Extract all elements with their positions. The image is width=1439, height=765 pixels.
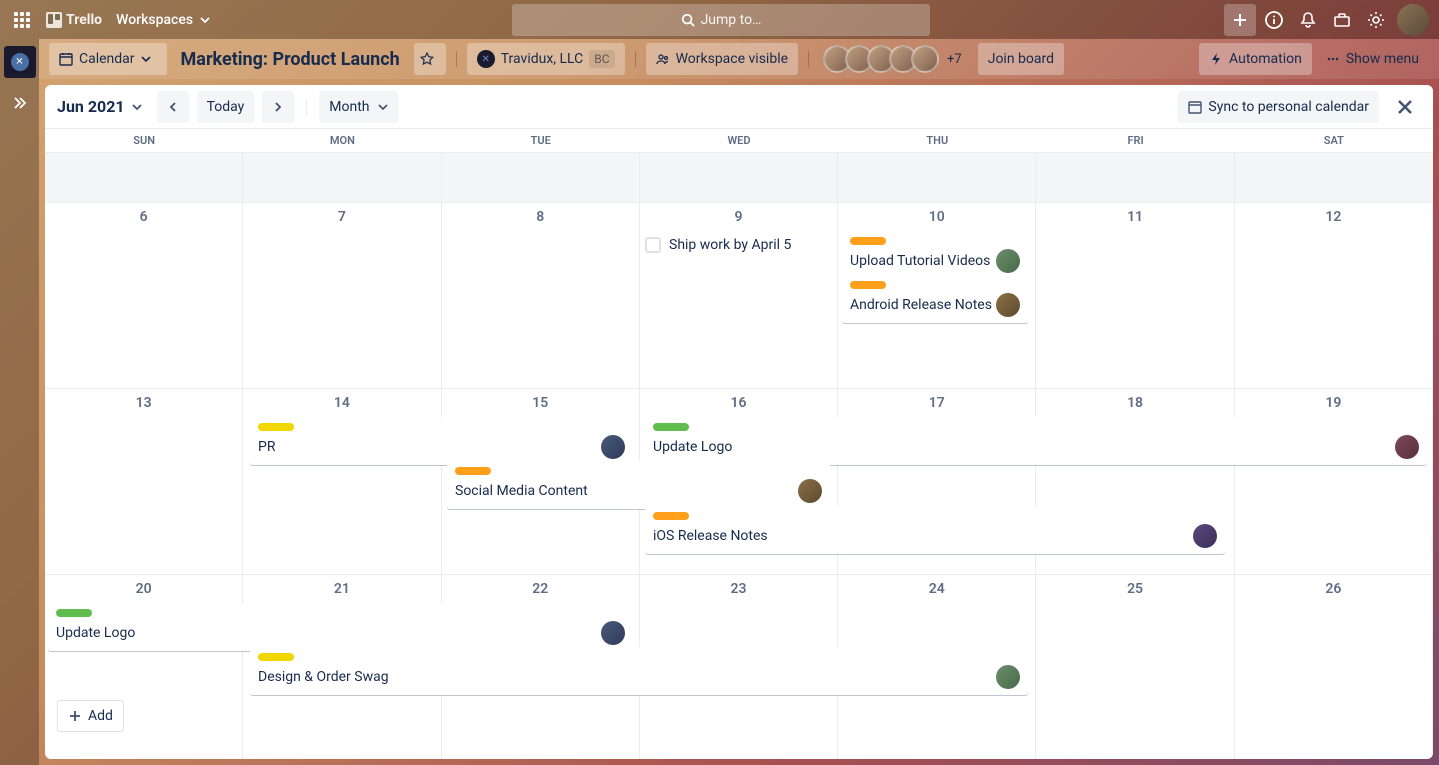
day-25[interactable]: 25 (1036, 575, 1234, 759)
plus-icon (68, 709, 82, 723)
briefcase-button[interactable] (1326, 4, 1358, 36)
calendar-icon (1188, 100, 1202, 114)
weekday-header: SUN MON TUE WED THU FRI SAT (45, 129, 1433, 153)
card-upload-tutorial[interactable]: Upload Tutorial Videos (842, 231, 1028, 279)
chevron-down-icon (199, 14, 211, 26)
plus-icon (1232, 12, 1248, 28)
org-badge: BC (589, 50, 614, 68)
card-member-avatar[interactable] (996, 249, 1020, 273)
day-11[interactable]: 11 (1036, 203, 1234, 389)
workspace-logo[interactable] (4, 46, 36, 78)
close-calendar-button[interactable] (1389, 91, 1421, 123)
card-ship-work[interactable]: Ship work by April 5 (645, 237, 791, 253)
card-member-avatar[interactable] (1395, 435, 1419, 459)
chevron-right-double-icon (12, 95, 28, 111)
join-board-button[interactable]: Join board (978, 43, 1064, 75)
visibility-chip[interactable]: Workspace visible (646, 43, 798, 75)
range-select[interactable]: Month (319, 91, 397, 123)
label-green (653, 423, 689, 431)
card-member-avatar[interactable] (996, 665, 1020, 689)
profile-avatar[interactable] (1397, 4, 1429, 36)
card-update-logo-2[interactable]: Update Logo (48, 603, 633, 651)
bell-icon (1299, 11, 1317, 29)
card-pr[interactable]: PR (250, 417, 633, 465)
star-button[interactable] (414, 43, 446, 75)
expand-sidebar-button[interactable] (4, 87, 36, 119)
card-design-swag[interactable]: Design & Order Swag (250, 647, 1028, 695)
visibility-label: Workspace visible (676, 51, 788, 67)
prev-month-button[interactable] (157, 91, 189, 123)
day-26[interactable]: 26 (1235, 575, 1433, 759)
card-social-media[interactable]: Social Media Content (447, 461, 830, 509)
apps-switcher-button[interactable] (6, 4, 38, 36)
card-member-avatar[interactable] (601, 621, 625, 645)
star-icon (420, 52, 434, 66)
global-search[interactable]: Jump to… (512, 4, 930, 36)
chevron-down-icon (378, 102, 388, 112)
label-orange (850, 281, 886, 289)
board-title[interactable]: Marketing: Product Launch (171, 49, 410, 70)
chevron-left-icon (167, 101, 179, 113)
dots-icon (1326, 52, 1340, 66)
workspaces-label: Workspaces (116, 12, 193, 28)
create-button[interactable] (1224, 4, 1256, 36)
month-select[interactable]: Jun 2021 (57, 97, 149, 116)
label-orange (653, 512, 689, 520)
label-orange (850, 237, 886, 245)
settings-button[interactable] (1360, 4, 1392, 36)
workspace-chip[interactable]: ✕ Travidux, LLC BC (467, 43, 625, 75)
day-9[interactable]: 9 (640, 203, 838, 389)
chevron-down-icon (141, 54, 151, 64)
bolt-icon (1209, 52, 1223, 66)
info-icon (1265, 11, 1283, 29)
search-icon (681, 13, 695, 27)
calendar-toolbar: Jun 2021 Today Month Sync to personal ca… (45, 85, 1433, 129)
checkbox-icon[interactable] (645, 237, 661, 253)
gear-icon (1367, 11, 1385, 29)
day-6[interactable]: 6 (45, 203, 243, 389)
calendar-panel: Jun 2021 Today Month Sync to personal ca… (45, 85, 1433, 759)
close-icon (1395, 97, 1415, 117)
card-ios-notes[interactable]: iOS Release Notes (645, 506, 1225, 554)
label-yellow (258, 653, 294, 661)
label-yellow (258, 423, 294, 431)
card-member-avatar[interactable] (1193, 524, 1217, 548)
card-member-avatar[interactable] (601, 435, 625, 459)
chevron-right-icon (272, 101, 284, 113)
member-overflow[interactable]: +7 (939, 45, 970, 73)
card-member-avatar[interactable] (996, 293, 1020, 317)
search-placeholder: Jump to… (701, 12, 762, 28)
label-green (56, 609, 92, 617)
label-orange (455, 467, 491, 475)
side-rail (0, 39, 39, 765)
global-topbar: Trello Workspaces Jump to… (0, 0, 1439, 39)
trello-logo[interactable]: Trello (40, 4, 108, 36)
today-button[interactable]: Today (197, 91, 255, 123)
view-switcher[interactable]: Calendar (49, 43, 167, 75)
day-12[interactable]: 12 (1235, 203, 1433, 389)
card-android-notes[interactable]: Android Release Notes (842, 275, 1028, 323)
next-month-button[interactable] (262, 91, 294, 123)
automation-button[interactable]: Automation (1199, 43, 1312, 75)
board-header: Calendar Marketing: Product Launch ✕ Tra… (39, 39, 1439, 79)
workspaces-dropdown[interactable]: Workspaces (108, 4, 219, 36)
member-stack[interactable]: +7 (823, 45, 970, 73)
notifications-button[interactable] (1292, 4, 1324, 36)
card-update-logo[interactable]: Update Logo (645, 417, 1427, 465)
calendar-icon (59, 52, 73, 66)
day-7[interactable]: 7 (243, 203, 441, 389)
day-13[interactable]: 13 (45, 389, 243, 575)
briefcase-icon (1333, 11, 1351, 29)
chevron-down-icon (131, 101, 143, 113)
calendar-grid: 6 7 8 9 10 11 12 Ship work by April 5 Up… (45, 153, 1433, 759)
card-member-avatar[interactable] (798, 479, 822, 503)
day-8[interactable]: 8 (442, 203, 640, 389)
show-menu-button[interactable]: Show menu (1316, 43, 1429, 75)
add-card-button[interactable]: Add (57, 700, 124, 732)
org-name: Travidux, LLC (501, 51, 584, 67)
view-label: Calendar (79, 51, 135, 67)
people-icon (656, 52, 670, 66)
info-button[interactable] (1258, 4, 1290, 36)
sync-calendar-button[interactable]: Sync to personal calendar (1178, 91, 1379, 123)
